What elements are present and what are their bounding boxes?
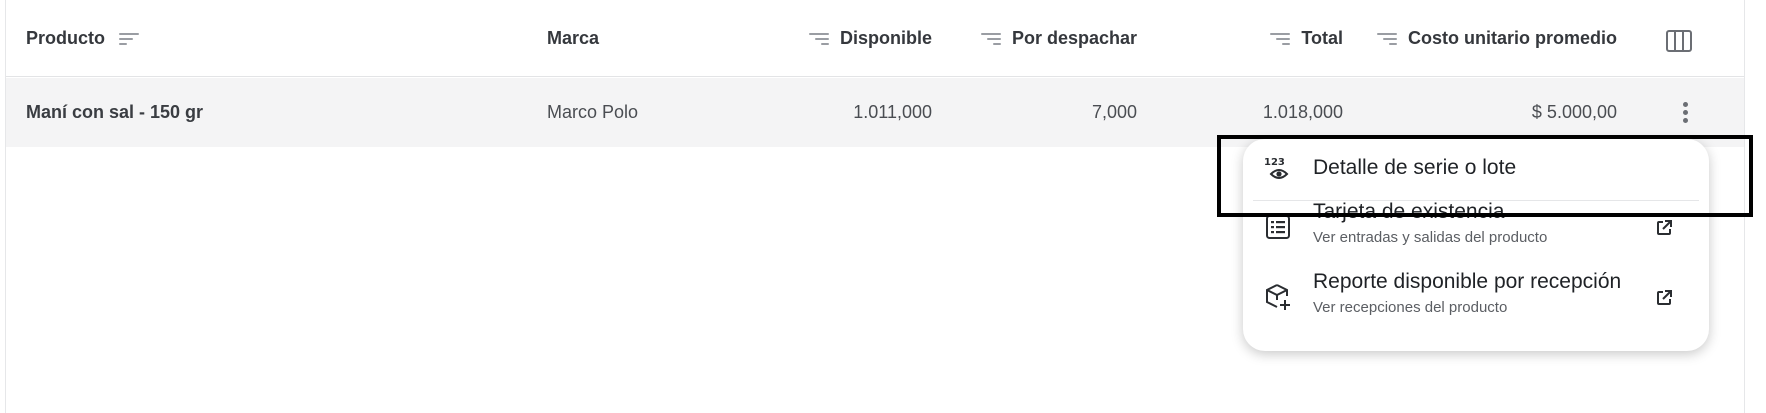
external-link-icon[interactable] (1655, 289, 1673, 307)
columns-icon[interactable] (1666, 30, 1692, 52)
column-label: Total (1301, 28, 1343, 48)
column-header-costo-unitario[interactable]: Costo unitario promedio (1377, 0, 1617, 77)
sort-icon[interactable] (980, 31, 1001, 47)
column-header-producto[interactable]: Producto (26, 0, 139, 77)
column-label: Producto (26, 28, 105, 48)
cell-producto: Maní con sal - 150 gr (26, 102, 204, 122)
column-label: Por despachar (1011, 28, 1137, 48)
sort-icon[interactable] (1377, 31, 1397, 47)
column-header-disponible[interactable]: Disponible (808, 0, 932, 77)
serial-number-view-icon: 123 (1264, 157, 1289, 179)
row-actions-menu: 123 Detalle de serie o lote Tarjeta de e… (1243, 139, 1709, 351)
external-link-icon[interactable] (1655, 219, 1673, 237)
table-row[interactable]: Maní con sal - 150 gr Marco Polo 1.011,0… (6, 78, 1744, 147)
box-add-icon (1266, 284, 1290, 310)
cell-marca: Marco Polo (547, 102, 639, 122)
menu-item-tarjeta-existencia[interactable]: Tarjeta de existencia Ver entradas y sal… (1243, 200, 1709, 271)
sort-icon[interactable] (1270, 31, 1291, 47)
cell-costo: $ 5.000,00 (1531, 102, 1617, 122)
column-label: Costo unitario promedio (1408, 28, 1617, 48)
table-header: Producto Marca Disponible Por despachar … (6, 0, 1744, 77)
column-header-marca[interactable]: Marca (547, 0, 599, 77)
sort-icon[interactable] (119, 31, 139, 47)
more-vertical-icon[interactable] (1683, 102, 1689, 124)
menu-item-subtitle: Ver entradas y salidas del producto (1313, 229, 1548, 246)
column-header-por-despachar[interactable]: Por despachar (980, 0, 1137, 77)
menu-item-title: Reporte disponible por recepción (1313, 270, 1622, 293)
menu-item-detalle-serie-lote[interactable]: 123 Detalle de serie o lote (1243, 139, 1709, 200)
list-icon (1266, 215, 1290, 239)
menu-item-reporte-recepcion[interactable]: Reporte disponible por recepción Ver rec… (1243, 270, 1709, 343)
svg-text:123: 123 (1264, 157, 1285, 168)
menu-item-title: Detalle de serie o lote (1313, 156, 1517, 179)
menu-item-title: Tarjeta de existencia (1313, 200, 1505, 223)
cell-por-despachar: 7,000 (1091, 102, 1137, 122)
cell-disponible: 1.011,000 (853, 102, 932, 122)
column-label: Marca (547, 28, 600, 48)
cell-total: 1.018,000 (1262, 102, 1343, 122)
sort-icon[interactable] (808, 31, 829, 47)
column-header-total[interactable]: Total (1270, 0, 1343, 77)
column-label: Disponible (839, 28, 932, 48)
menu-item-subtitle: Ver recepciones del producto (1313, 299, 1508, 316)
